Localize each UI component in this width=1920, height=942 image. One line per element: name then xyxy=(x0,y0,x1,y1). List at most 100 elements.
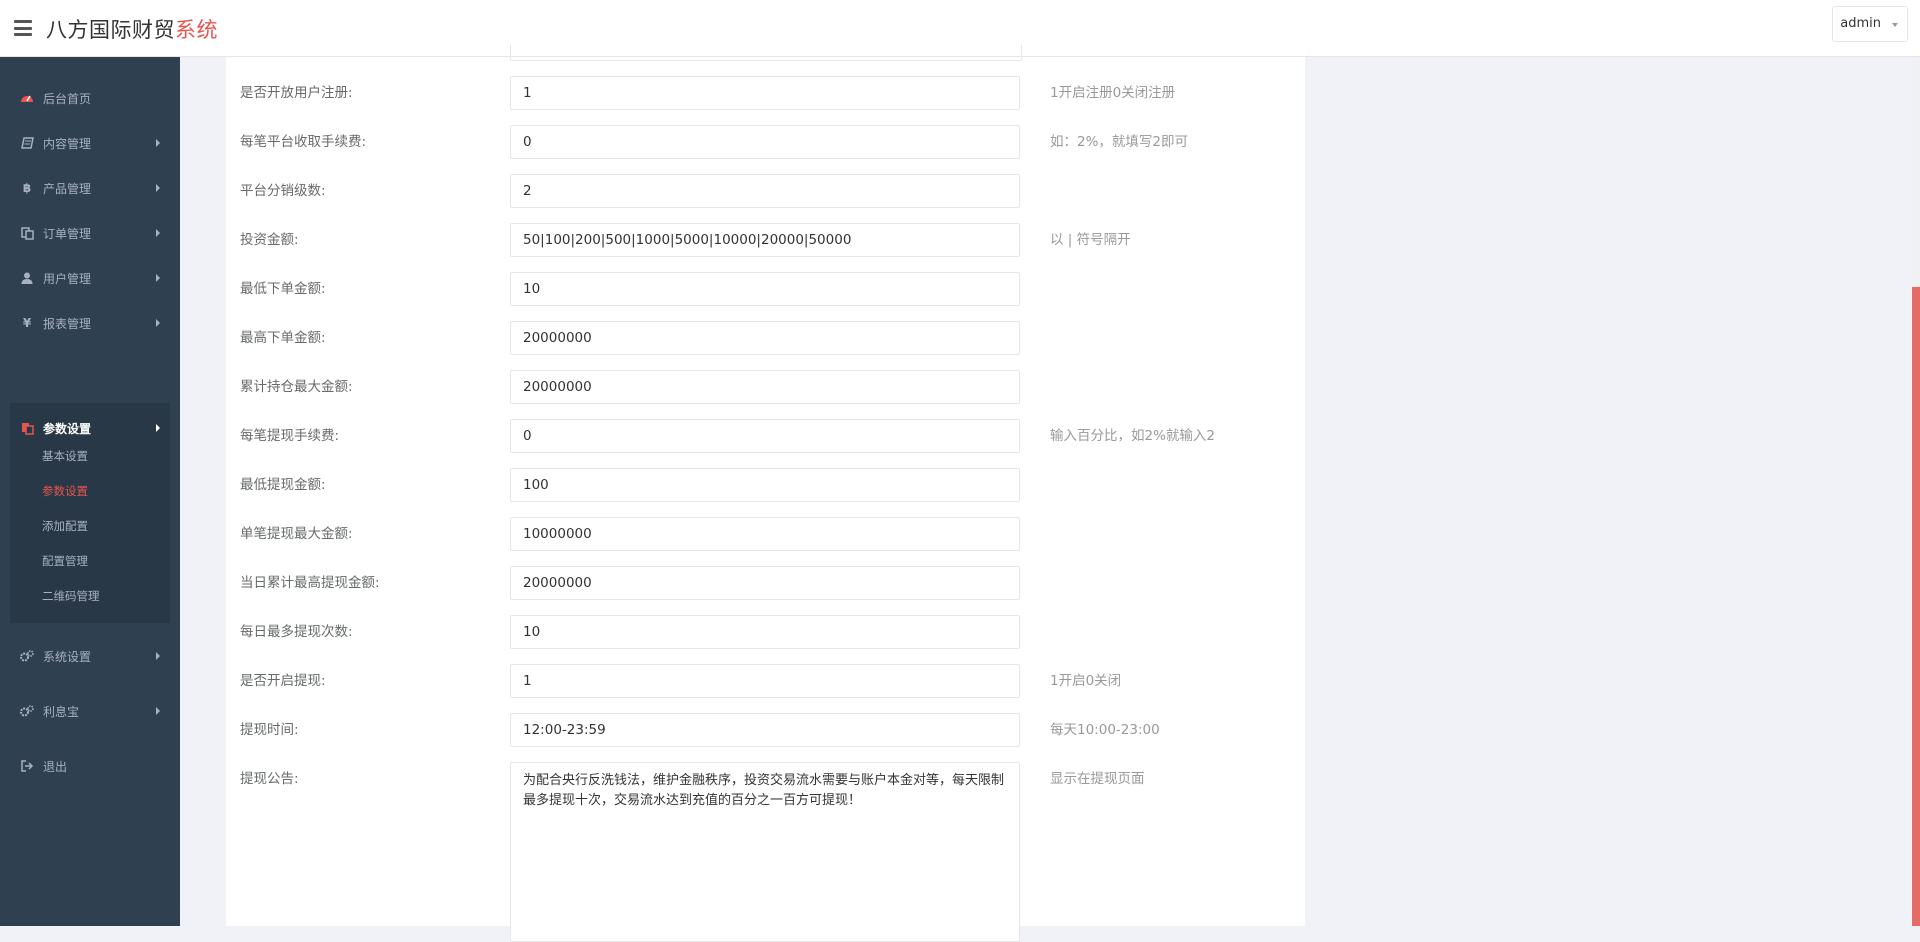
form-row-withdraw-notice: 提现公告: 为配合央行反洗钱法，维护金融秩序，投资交易流水需要与账户本金对等，每… xyxy=(226,762,1305,942)
sub-item-param-settings[interactable]: 参数设置 xyxy=(42,481,88,501)
min-withdraw-input[interactable] xyxy=(510,468,1020,502)
platform-fee-input[interactable] xyxy=(510,125,1020,159)
form-row-min-withdraw: 最低提现金额: xyxy=(226,468,1305,502)
form-row-register: 是否开放用户注册: 1开启注册0关闭注册 xyxy=(226,76,1305,110)
field-label: 最低提现金额: xyxy=(240,477,326,493)
field-label: 单笔提现最大金额: xyxy=(240,526,353,542)
form-row-max-position: 累计持仓最大金额: xyxy=(226,370,1305,404)
field-hint: 如：2%，就填写2即可 xyxy=(1050,134,1189,150)
withdraw-notice-textarea[interactable]: 为配合央行反洗钱法，维护金融秩序，投资交易流水需要与账户本金对等，每天限制最多提… xyxy=(510,762,1020,942)
cogs-icon xyxy=(20,704,34,718)
field-hint: 1开启注册0关闭注册 xyxy=(1050,85,1176,101)
sidebar-item-label: 系统设置 xyxy=(43,649,92,664)
field-label: 每笔提现手续费: xyxy=(240,428,340,444)
sidebar-item-interest[interactable]: 利息宝 xyxy=(10,686,170,736)
distribution-levels-input[interactable] xyxy=(510,174,1020,208)
field-hint: 显示在提现页面 xyxy=(1050,771,1145,787)
sidebar-item-label: 后台首页 xyxy=(43,91,92,106)
sidebar-item-params[interactable]: 参数设置 xyxy=(10,403,170,453)
sign-out-icon xyxy=(20,759,34,773)
bitcoin-icon: ฿ xyxy=(22,181,32,195)
field-label: 每日最多提现次数: xyxy=(240,624,353,640)
field-label: 提现时间: xyxy=(240,722,299,738)
menu-toggle-icon[interactable] xyxy=(14,20,32,36)
sidebar-item-label: 报表管理 xyxy=(43,316,92,331)
yen-icon: ¥ xyxy=(22,316,32,330)
user-dropdown-button[interactable]: admin xyxy=(1832,6,1908,42)
form-row-withdraw-fee: 每笔提现手续费: 输入百分比，如2%就输入2 xyxy=(226,419,1305,453)
max-order-input[interactable] xyxy=(510,321,1020,355)
caret-right-icon xyxy=(156,184,160,192)
sub-item-qrcode-manage[interactable]: 二维码管理 xyxy=(42,586,100,606)
invest-amounts-input[interactable] xyxy=(510,223,1020,257)
files-icon xyxy=(20,421,34,435)
field-label: 平台分销级数: xyxy=(240,183,326,199)
form-row-daily-max-withdraw: 当日累计最高提现金额: xyxy=(226,566,1305,600)
withdraw-enabled-input[interactable] xyxy=(510,664,1020,698)
field-hint: 1开启0关闭 xyxy=(1050,673,1122,689)
form-row-distribution-levels: 平台分销级数: xyxy=(226,174,1305,208)
copy-icon xyxy=(20,226,34,240)
book-icon xyxy=(20,136,34,150)
sidebar-item-system[interactable]: 系统设置 xyxy=(10,631,170,681)
sub-item-config-manage[interactable]: 配置管理 xyxy=(42,551,88,571)
sidebar-item-label: 利息宝 xyxy=(43,704,80,719)
field-label: 投资金额: xyxy=(240,232,299,248)
sidebar-item-label: 产品管理 xyxy=(43,181,92,196)
field-label: 提现公告: xyxy=(240,771,299,787)
sidebar-item-products[interactable]: ฿ 产品管理 xyxy=(10,163,170,213)
user-label: admin xyxy=(1840,16,1881,31)
sidebar-item-reports[interactable]: ¥ 报表管理 xyxy=(10,298,170,348)
settings-form-panel: 是否开放用户注册: 1开启注册0关闭注册 每笔平台收取手续费: 如：2%，就填写… xyxy=(226,45,1305,942)
caret-right-icon xyxy=(156,652,160,660)
form-row-max-single-withdraw: 单笔提现最大金额: xyxy=(226,517,1305,551)
caret-right-icon xyxy=(156,707,160,715)
caret-right-icon xyxy=(156,229,160,237)
field-label: 是否开放用户注册: xyxy=(240,85,353,101)
withdraw-fee-input[interactable] xyxy=(510,419,1020,453)
sidebar-item-label: 参数设置 xyxy=(43,421,92,436)
form-row-max-order: 最高下单金额: xyxy=(226,321,1305,355)
field-hint: 输入百分比，如2%就输入2 xyxy=(1050,428,1216,444)
sidebar-item-dashboard[interactable]: 后台首页 xyxy=(10,73,170,123)
max-position-input[interactable] xyxy=(510,370,1020,404)
brand-main: 八方国际财贸 xyxy=(46,18,175,42)
daily-withdraw-count-input[interactable] xyxy=(510,615,1020,649)
cogs-icon xyxy=(20,649,34,663)
field-label: 当日累计最高提现金额: xyxy=(240,575,380,591)
withdraw-time-input[interactable] xyxy=(510,713,1020,747)
field-label: 是否开启提现: xyxy=(240,673,326,689)
sub-item-basic-settings[interactable]: 基本设置 xyxy=(42,446,88,466)
sidebar-item-label: 内容管理 xyxy=(43,136,92,151)
sidebar-item-users[interactable]: 用户管理 xyxy=(10,253,170,303)
sidebar-item-label: 退出 xyxy=(43,759,68,774)
register-open-input[interactable] xyxy=(510,76,1020,110)
sidebar-item-content[interactable]: 内容管理 xyxy=(10,118,170,168)
page-scrollbar-thumb[interactable] xyxy=(1912,287,1920,926)
form-row-min-order: 最低下单金额: xyxy=(226,272,1305,306)
brand-accent: 系统 xyxy=(175,18,218,42)
sidebar-item-orders[interactable]: 订单管理 xyxy=(10,208,170,258)
form-row-withdraw-enabled: 是否开启提现: 1开启0关闭 xyxy=(226,664,1305,698)
sidebar-item-label: 用户管理 xyxy=(43,271,92,286)
brand-title: 八方国际财贸系统 xyxy=(46,14,218,44)
sub-item-add-config[interactable]: 添加配置 xyxy=(42,516,88,536)
max-single-withdraw-input[interactable] xyxy=(510,517,1020,551)
sidebar-item-label: 订单管理 xyxy=(43,226,92,241)
field-hint: 每天10:00-23:00 xyxy=(1050,722,1160,738)
previous-field-edge xyxy=(510,45,1022,61)
user-icon xyxy=(20,271,34,285)
min-order-input[interactable] xyxy=(510,272,1020,306)
form-row-daily-withdraw-count: 每日最多提现次数: xyxy=(226,615,1305,649)
form-row-platform-fee: 每笔平台收取手续费: 如：2%，就填写2即可 xyxy=(226,125,1305,159)
field-label: 最低下单金额: xyxy=(240,281,326,297)
form-row-withdraw-time: 提现时间: 每天10:00-23:00 xyxy=(226,713,1305,747)
field-hint: 以 | 符号隔开 xyxy=(1050,232,1131,248)
sidebar-item-logout[interactable]: 退出 xyxy=(10,741,170,791)
caret-right-icon xyxy=(156,424,160,432)
dashboard-icon xyxy=(20,91,34,105)
field-label: 每笔平台收取手续费: xyxy=(240,134,367,150)
caret-down-icon xyxy=(1892,23,1898,27)
daily-max-withdraw-input[interactable] xyxy=(510,566,1020,600)
sidebar-group-params: 参数设置 基本设置 参数设置 添加配置 配置管理 二维码管理 xyxy=(10,403,170,623)
